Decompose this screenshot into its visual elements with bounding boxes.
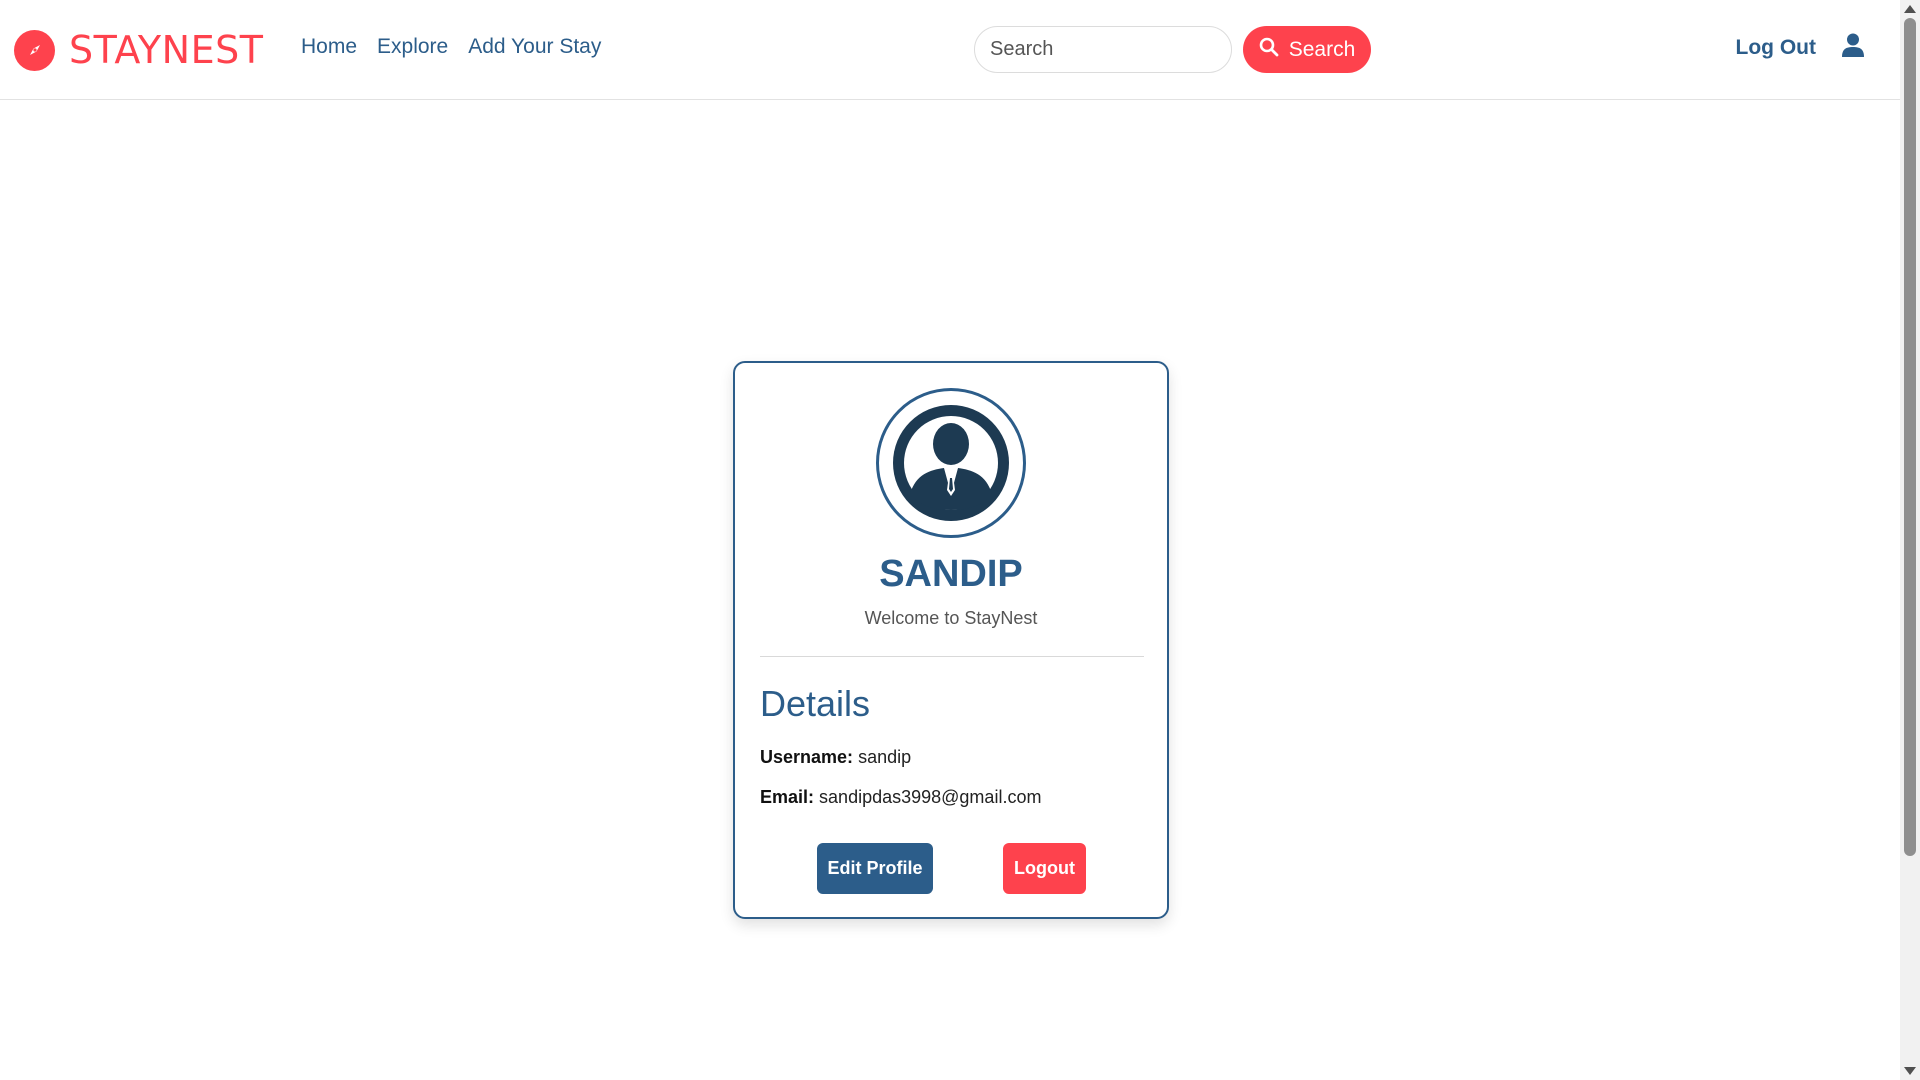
nav-link-home[interactable]: Home	[301, 35, 357, 59]
navbar: STAYNEST Home Explore Add Your Stay Sear…	[0, 0, 1900, 100]
search-button[interactable]: Search	[1243, 26, 1371, 73]
avatar	[876, 388, 1026, 538]
divider	[760, 656, 1144, 657]
nav-links: Home Explore Add Your Stay	[301, 35, 601, 59]
nav-link-add-your-stay[interactable]: Add Your Stay	[468, 35, 601, 59]
user-icon[interactable]	[1842, 33, 1864, 62]
user-nav: Log Out	[1736, 33, 1864, 62]
edit-profile-button[interactable]: Edit Profile	[817, 843, 933, 894]
email-label: Email:	[760, 787, 815, 807]
search-input[interactable]	[974, 26, 1232, 73]
username-value: sandip	[858, 747, 912, 767]
page: STAYNEST Home Explore Add Your Stay Sear…	[0, 0, 1920, 1080]
search-icon	[1259, 37, 1279, 63]
email-value: sandipdas3998@gmail.com	[819, 787, 1042, 807]
email-row: Email: sandipdas3998@gmail.com	[760, 787, 1041, 808]
nav-logout-link[interactable]: Log Out	[1736, 36, 1816, 60]
welcome-text: Welcome to StayNest	[864, 608, 1038, 628]
nav-link-explore[interactable]: Explore	[377, 35, 448, 59]
brand-logo[interactable]: STAYNEST	[14, 27, 263, 73]
scroll-up-arrow-icon[interactable]	[1904, 5, 1916, 13]
username-label: Username:	[760, 747, 854, 767]
compass-icon	[14, 29, 55, 71]
vertical-scrollbar[interactable]	[1900, 0, 1920, 1080]
search-button-label: Search	[1288, 37, 1356, 61]
profile-card: SANDIP Welcome to StayNest Details Usern…	[733, 361, 1169, 919]
scrollbar-thumb[interactable]	[1904, 18, 1916, 856]
logout-button[interactable]: Logout	[1003, 843, 1086, 894]
details-title: Details	[760, 683, 871, 724]
search-form: Search	[974, 26, 1371, 73]
scroll-down-arrow-icon[interactable]	[1904, 1067, 1916, 1075]
user-avatar-icon	[893, 405, 1009, 521]
profile-name: SANDIP	[879, 553, 1023, 595]
brand-name: STAYNEST	[69, 28, 264, 72]
username-row: Username: sandip	[760, 747, 911, 768]
